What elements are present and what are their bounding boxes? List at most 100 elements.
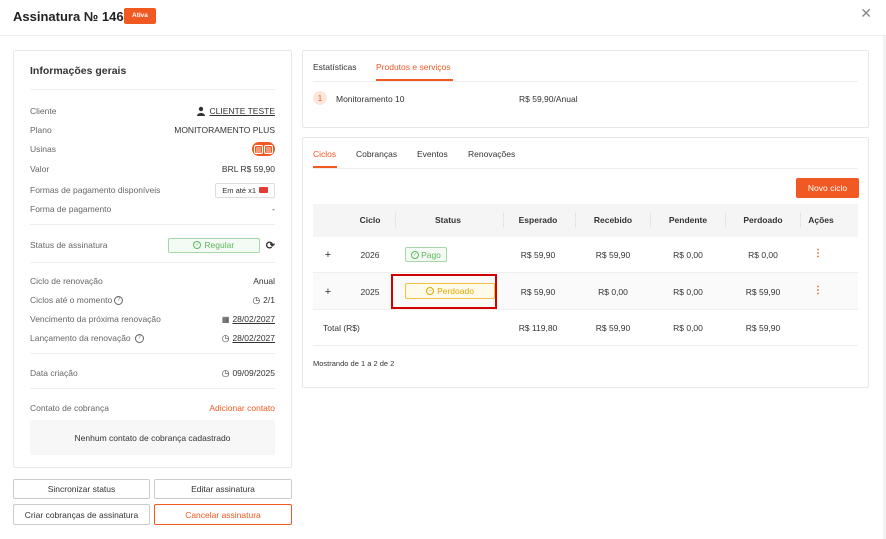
row-cliente: Cliente CLIENTE TESTE bbox=[30, 104, 275, 118]
clock-icon: ◷ bbox=[252, 294, 261, 305]
value: BRL R$ 59,90 bbox=[221, 164, 275, 174]
clock-icon: ◷ bbox=[221, 332, 230, 343]
col-divider bbox=[503, 213, 504, 227]
value: MONITORAMENTO PLUS bbox=[174, 125, 275, 135]
label: Contato de cobrança bbox=[30, 403, 109, 413]
page-title: Assinatura № 14646 bbox=[13, 9, 139, 24]
product-index: 1 bbox=[313, 91, 327, 105]
product-price: R$ 59,90/Anual bbox=[519, 94, 578, 104]
table-row: + 2025 − Perdoado R$ 59,90 R$ 0,00 R$ 0,… bbox=[313, 273, 858, 310]
label: Vencimento da próxima renovação bbox=[30, 314, 161, 324]
value[interactable]: 28/02/2027 bbox=[232, 333, 275, 343]
row-lancamento: Lançamento da renovação? ◷ 28/02/2027 bbox=[30, 331, 275, 345]
value: - bbox=[272, 204, 275, 214]
row-status: Status de assinatura ✓ Regular ⟳ bbox=[30, 237, 275, 253]
total-perdoado: R$ 59,90 bbox=[745, 323, 781, 333]
status-paid-badge: ✓ Pago bbox=[405, 247, 447, 262]
general-info-card: Informações gerais Cliente CLIENTE TESTE… bbox=[13, 50, 292, 468]
more-actions-icon[interactable]: ⋮ bbox=[813, 248, 823, 259]
col-esperado: Esperado bbox=[518, 215, 558, 225]
clock-icon: ◷ bbox=[221, 367, 230, 378]
label: Cliente bbox=[30, 106, 57, 116]
label: Valor bbox=[30, 164, 50, 174]
label: Ciclo de renovação bbox=[30, 276, 103, 286]
refresh-icon[interactable]: ⟳ bbox=[266, 239, 275, 252]
col-divider bbox=[800, 213, 801, 227]
row-ciclo: Ciclo de renovação Anual bbox=[30, 274, 275, 288]
payment-methods-chip[interactable]: Em até x1 bbox=[215, 182, 275, 198]
tab-events[interactable]: Eventos bbox=[417, 149, 448, 159]
col-pendente: Pendente bbox=[668, 215, 708, 225]
tabs-divider bbox=[313, 81, 858, 82]
status-label: Perdoado bbox=[437, 286, 474, 296]
cycle-year: 2025 bbox=[360, 287, 380, 297]
chip-label: Em até x1 bbox=[222, 185, 256, 195]
table-row: + 2026 ✓ Pago R$ 59,90 R$ 59,90 R$ 0,00 … bbox=[313, 237, 858, 273]
value: Anual bbox=[253, 276, 275, 286]
check-circle-icon: ✓ bbox=[193, 241, 202, 249]
header-divider bbox=[0, 35, 886, 36]
row-vencimento: Vencimento da próxima renovação ▦ 28/02/2… bbox=[30, 312, 275, 326]
divider bbox=[30, 89, 275, 90]
tab-charges[interactable]: Cobranças bbox=[356, 149, 397, 159]
col-perdoado: Perdoado bbox=[743, 215, 783, 225]
status-label: Pago bbox=[421, 249, 441, 260]
client-link[interactable]: CLIENTE TESTE bbox=[210, 106, 276, 116]
col-divider bbox=[650, 213, 651, 227]
sync-status-button[interactable]: Sincronizar status bbox=[13, 479, 150, 499]
create-charges-button[interactable]: Criar cobranças de assinatura bbox=[13, 504, 150, 525]
value: 09/09/2025 bbox=[232, 368, 275, 378]
help-icon[interactable]: ? bbox=[134, 333, 144, 343]
label: Plano bbox=[30, 125, 52, 135]
add-contact-link[interactable]: Adicionar contato bbox=[209, 403, 275, 413]
status-forgiven-badge: − Perdoado bbox=[405, 283, 495, 299]
table-header: Ciclo Status Esperado Recebido Pendente … bbox=[313, 204, 858, 237]
expand-icon[interactable]: + bbox=[323, 286, 333, 298]
more-actions-icon[interactable]: ⋮ bbox=[813, 285, 823, 296]
expand-icon[interactable]: + bbox=[323, 249, 333, 261]
col-recebido: Recebido bbox=[593, 215, 633, 225]
tab-statistics[interactable]: Estatísticas bbox=[313, 62, 356, 72]
cell-recebido: R$ 59,90 bbox=[595, 250, 631, 260]
empty-contact-text: Nenhum contato de cobrança cadastrado bbox=[74, 432, 231, 443]
tab-cycles[interactable]: Ciclos bbox=[313, 149, 336, 159]
cancel-subscription-button[interactable]: Cancelar assinatura bbox=[154, 504, 292, 525]
user-icon bbox=[196, 106, 205, 116]
row-forma: Forma de pagamento - bbox=[30, 202, 275, 216]
col-acoes: Ações bbox=[808, 215, 834, 225]
total-label: Total (R$) bbox=[323, 323, 360, 333]
cell-recebido: R$ 0,00 bbox=[598, 287, 628, 297]
close-icon[interactable]: ✕ bbox=[860, 5, 872, 22]
card-title: Informações gerais bbox=[30, 65, 127, 77]
status-regular-badge: ✓ Regular bbox=[167, 237, 260, 253]
row-contato: Contato de cobrança Adicionar contato bbox=[30, 401, 275, 415]
divider bbox=[30, 353, 275, 354]
tab-renewals[interactable]: Renovações bbox=[468, 149, 515, 159]
new-cycle-button[interactable]: Novo ciclo bbox=[796, 178, 859, 198]
edit-subscription-button[interactable]: Editar assinatura bbox=[154, 479, 292, 499]
solar-plant-icon[interactable] bbox=[252, 142, 275, 156]
col-divider bbox=[575, 213, 576, 227]
label: Status de assinatura bbox=[30, 240, 108, 250]
label: Lançamento da renovação bbox=[30, 333, 131, 343]
divider bbox=[30, 224, 275, 225]
tab-products-services[interactable]: Produtos e serviços bbox=[376, 62, 451, 72]
total-recebido: R$ 59,90 bbox=[595, 323, 631, 333]
help-icon[interactable]: ? bbox=[114, 295, 124, 305]
total-esperado: R$ 119,80 bbox=[518, 323, 558, 333]
status-label: Regular bbox=[204, 240, 235, 250]
table-total-row: Total (R$) R$ 119,80 R$ 59,90 R$ 0,00 R$… bbox=[313, 310, 858, 346]
col-ciclo: Ciclo bbox=[359, 215, 381, 225]
value[interactable]: 28/02/2027 bbox=[232, 314, 275, 324]
pagination-info: Mostrando de 1 a 2 de 2 bbox=[313, 359, 395, 368]
minus-circle-icon: − bbox=[426, 287, 435, 295]
row-usinas: Usinas bbox=[30, 142, 275, 156]
row-criacao: Data criação ◷ 09/09/2025 bbox=[30, 366, 275, 380]
label: Data criação bbox=[30, 368, 78, 378]
col-divider bbox=[395, 213, 396, 227]
cell-pendente: R$ 0,00 bbox=[673, 287, 703, 297]
cell-pendente: R$ 0,00 bbox=[673, 250, 703, 260]
row-formas: Formas de pagamento disponíveis Em até x… bbox=[30, 182, 275, 198]
tabs-divider bbox=[313, 168, 858, 169]
divider bbox=[30, 388, 275, 389]
